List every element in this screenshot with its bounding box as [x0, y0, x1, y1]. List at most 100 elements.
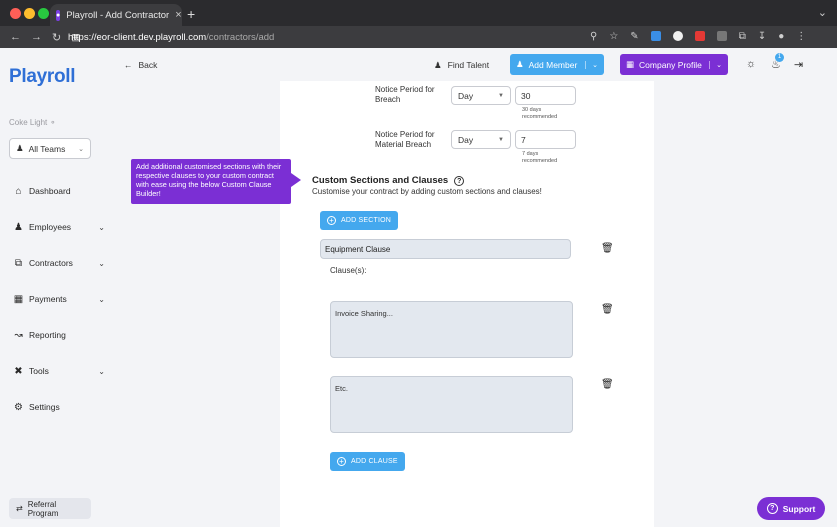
chevron-down-icon[interactable]: ⌄ [709, 60, 722, 69]
add-section-button[interactable]: + ADD SECTION [320, 211, 399, 230]
notice-breach-label-line2: Breach [375, 95, 401, 104]
delete-section-trash-icon[interactable]: 🗑 [601, 243, 614, 254]
sidebar: Playroll Coke Light ⚬ ♟ All Teams ⌄ ⌂ Da… [0, 48, 116, 527]
chevron-down-icon: ⌄ [98, 294, 105, 304]
notice-breach-label-line1: Notice Period for [375, 85, 435, 94]
company-profile-button[interactable]: ▦ Company Profile ⌄ [620, 54, 728, 75]
notice-breach-hint: 30 days recommended [522, 107, 557, 121]
plus-circle-icon: + [327, 216, 336, 225]
sidebar-item-contractors[interactable]: ⧉ Contractors ⌄ [13, 256, 105, 270]
gear-icon: ⚙ [14, 401, 23, 413]
notice-breach-unit-select[interactable]: Day ▼ [451, 86, 511, 105]
referral-program-button[interactable]: ⇄ Referral Program [9, 498, 91, 519]
chart-line-icon: ↝ [14, 329, 23, 341]
delete-clause-trash-icon[interactable]: 🗑 [601, 379, 614, 390]
top-bar: ← Back ♟ Find Talent ♟ Add Member ⌄ ▦ Co… [116, 48, 837, 81]
add-member-label: Add Member [528, 59, 578, 70]
delete-clause-trash-icon[interactable]: 🗑 [601, 304, 614, 315]
notification-badge: 1 [775, 53, 784, 62]
chevron-down-icon: ▼ [498, 92, 504, 99]
custom-sections-title-text: Custom Sections and Clauses [312, 175, 449, 186]
reload-icon[interactable]: ↻ [52, 31, 61, 44]
sidebar-item-label: Tools [29, 366, 49, 376]
contract-form: Notice Period for Breach Day ▼ 30 30 day… [280, 81, 654, 527]
notice-breach-hint-line2: recommended [522, 114, 558, 120]
zoom-icon[interactable]: ⚲ [590, 31, 597, 42]
address-bar: ← → ↻ ⊞ https://eor-client.dev.playroll.… [0, 26, 837, 48]
payments-icon: ▦ [13, 293, 24, 305]
chevron-down-icon[interactable]: ⌄ [585, 60, 598, 69]
clause-textarea-1[interactable]: Invoice Sharing... [330, 301, 573, 358]
notice-material-hint: 7 days recommended [522, 151, 557, 165]
add-section-label: ADD SECTION [341, 217, 392, 224]
notice-material-unit-select[interactable]: Day ▼ [451, 130, 511, 149]
sidebar-item-tools[interactable]: ✖ Tools ⌄ [13, 364, 105, 378]
company-profile-label: Company Profile [639, 59, 702, 70]
sidebar-item-label: Employees [29, 222, 72, 232]
tab-close-icon[interactable]: × [175, 9, 181, 21]
bookmark-star-icon[interactable]: ☆ [609, 31, 618, 42]
maximize-window-button[interactable] [38, 8, 49, 19]
extension-circle-icon[interactable] [672, 31, 683, 41]
add-member-button[interactable]: ♟ Add Member ⌄ [510, 54, 604, 75]
clauses-label: Clause(s): [330, 266, 367, 275]
url-host: https://eor-client.dev.playroll.com [68, 32, 207, 43]
chevron-down-icon: ▼ [498, 136, 504, 143]
close-window-button[interactable] [10, 8, 21, 19]
pen-extension-icon[interactable]: ✎ [630, 31, 638, 42]
notice-breach-days-input[interactable]: 30 [515, 86, 576, 105]
back-arrow-icon[interactable]: ← [10, 31, 21, 43]
teams-select[interactable]: ♟ All Teams ⌄ [9, 138, 91, 159]
back-link[interactable]: ← Back [124, 60, 157, 70]
notice-material-unit-value: Day [458, 134, 474, 145]
find-talent-icon: ♟ [434, 60, 442, 70]
notice-material-hint-line1: 7 days [522, 151, 539, 157]
extension-blue-icon[interactable] [650, 31, 661, 41]
forward-arrow-icon[interactable]: → [31, 31, 42, 43]
notice-material-days-input[interactable]: 7 [515, 130, 576, 149]
sidebar-item-label: Settings [29, 402, 60, 412]
add-person-icon: ♟ [516, 59, 524, 69]
playroll-logo[interactable]: Playroll [9, 66, 76, 88]
url-path: /contractors/add [206, 32, 275, 43]
lightbulb-icon[interactable]: ☼ [746, 58, 756, 70]
extension-gray-icon[interactable] [716, 31, 727, 41]
back-label: Back [138, 60, 158, 70]
tab-list-chevron-icon[interactable]: ⌄ [818, 6, 827, 19]
chevron-down-icon: ⌄ [78, 145, 84, 153]
puzzle-extensions-icon[interactable]: ⧉ [739, 31, 746, 42]
find-talent-label: Find Talent [447, 60, 490, 70]
profile-avatar-icon[interactable]: ● [778, 31, 784, 42]
section-title-input[interactable]: Equipment Clause [320, 239, 571, 259]
app-window: Playroll Coke Light ⚬ ♟ All Teams ⌄ ⌂ Da… [0, 48, 837, 527]
clause-textarea-2[interactable]: Etc. [330, 376, 573, 433]
sidebar-item-employees[interactable]: ♟ Employees ⌄ [13, 220, 105, 234]
sidebar-item-payments[interactable]: ▦ Payments ⌄ [13, 292, 105, 306]
sidebar-item-label: Reporting [29, 330, 66, 340]
new-tab-icon[interactable]: + [187, 6, 195, 22]
sidebar-item-settings[interactable]: ⚙ Settings [13, 400, 105, 414]
custom-sections-subtitle: Customise your contract by adding custom… [312, 187, 542, 196]
playroll-favicon-icon: ● [56, 9, 61, 21]
chevron-down-icon: ⌄ [98, 366, 105, 376]
extension-red-icon[interactable] [694, 31, 705, 41]
more-menu-icon[interactable]: ⋮ [796, 31, 806, 42]
browser-tab[interactable]: ● Playroll - Add Contractor × [50, 4, 182, 26]
sidebar-item-reporting[interactable]: ↝ Reporting [13, 328, 105, 342]
browser-tab-bar: ● Playroll - Add Contractor × + ⌄ [0, 0, 837, 26]
support-button[interactable]: ? Support [757, 497, 825, 520]
find-talent-link[interactable]: ♟ Find Talent [434, 60, 489, 71]
help-icon[interactable]: ? [454, 175, 465, 186]
contract-icon: ⧉ [14, 257, 23, 269]
notice-material-label: Notice Period for Material Breach [375, 130, 435, 150]
referral-label: Referral Program [27, 499, 59, 518]
minimize-window-button[interactable] [24, 8, 35, 19]
sidebar-item-dashboard[interactable]: ⌂ Dashboard [13, 184, 105, 198]
referral-icon: ⇄ [16, 504, 23, 513]
notice-breach-hint-line1: 30 days [522, 107, 542, 113]
url-field[interactable]: https://eor-client.dev.playroll.com/cont… [68, 29, 628, 46]
sidebar-item-label: Dashboard [29, 186, 71, 196]
add-clause-button[interactable]: + ADD CLAUSE [330, 452, 405, 471]
download-icon[interactable]: ↧ [758, 31, 766, 42]
logout-icon[interactable]: ⇥ [794, 58, 803, 71]
